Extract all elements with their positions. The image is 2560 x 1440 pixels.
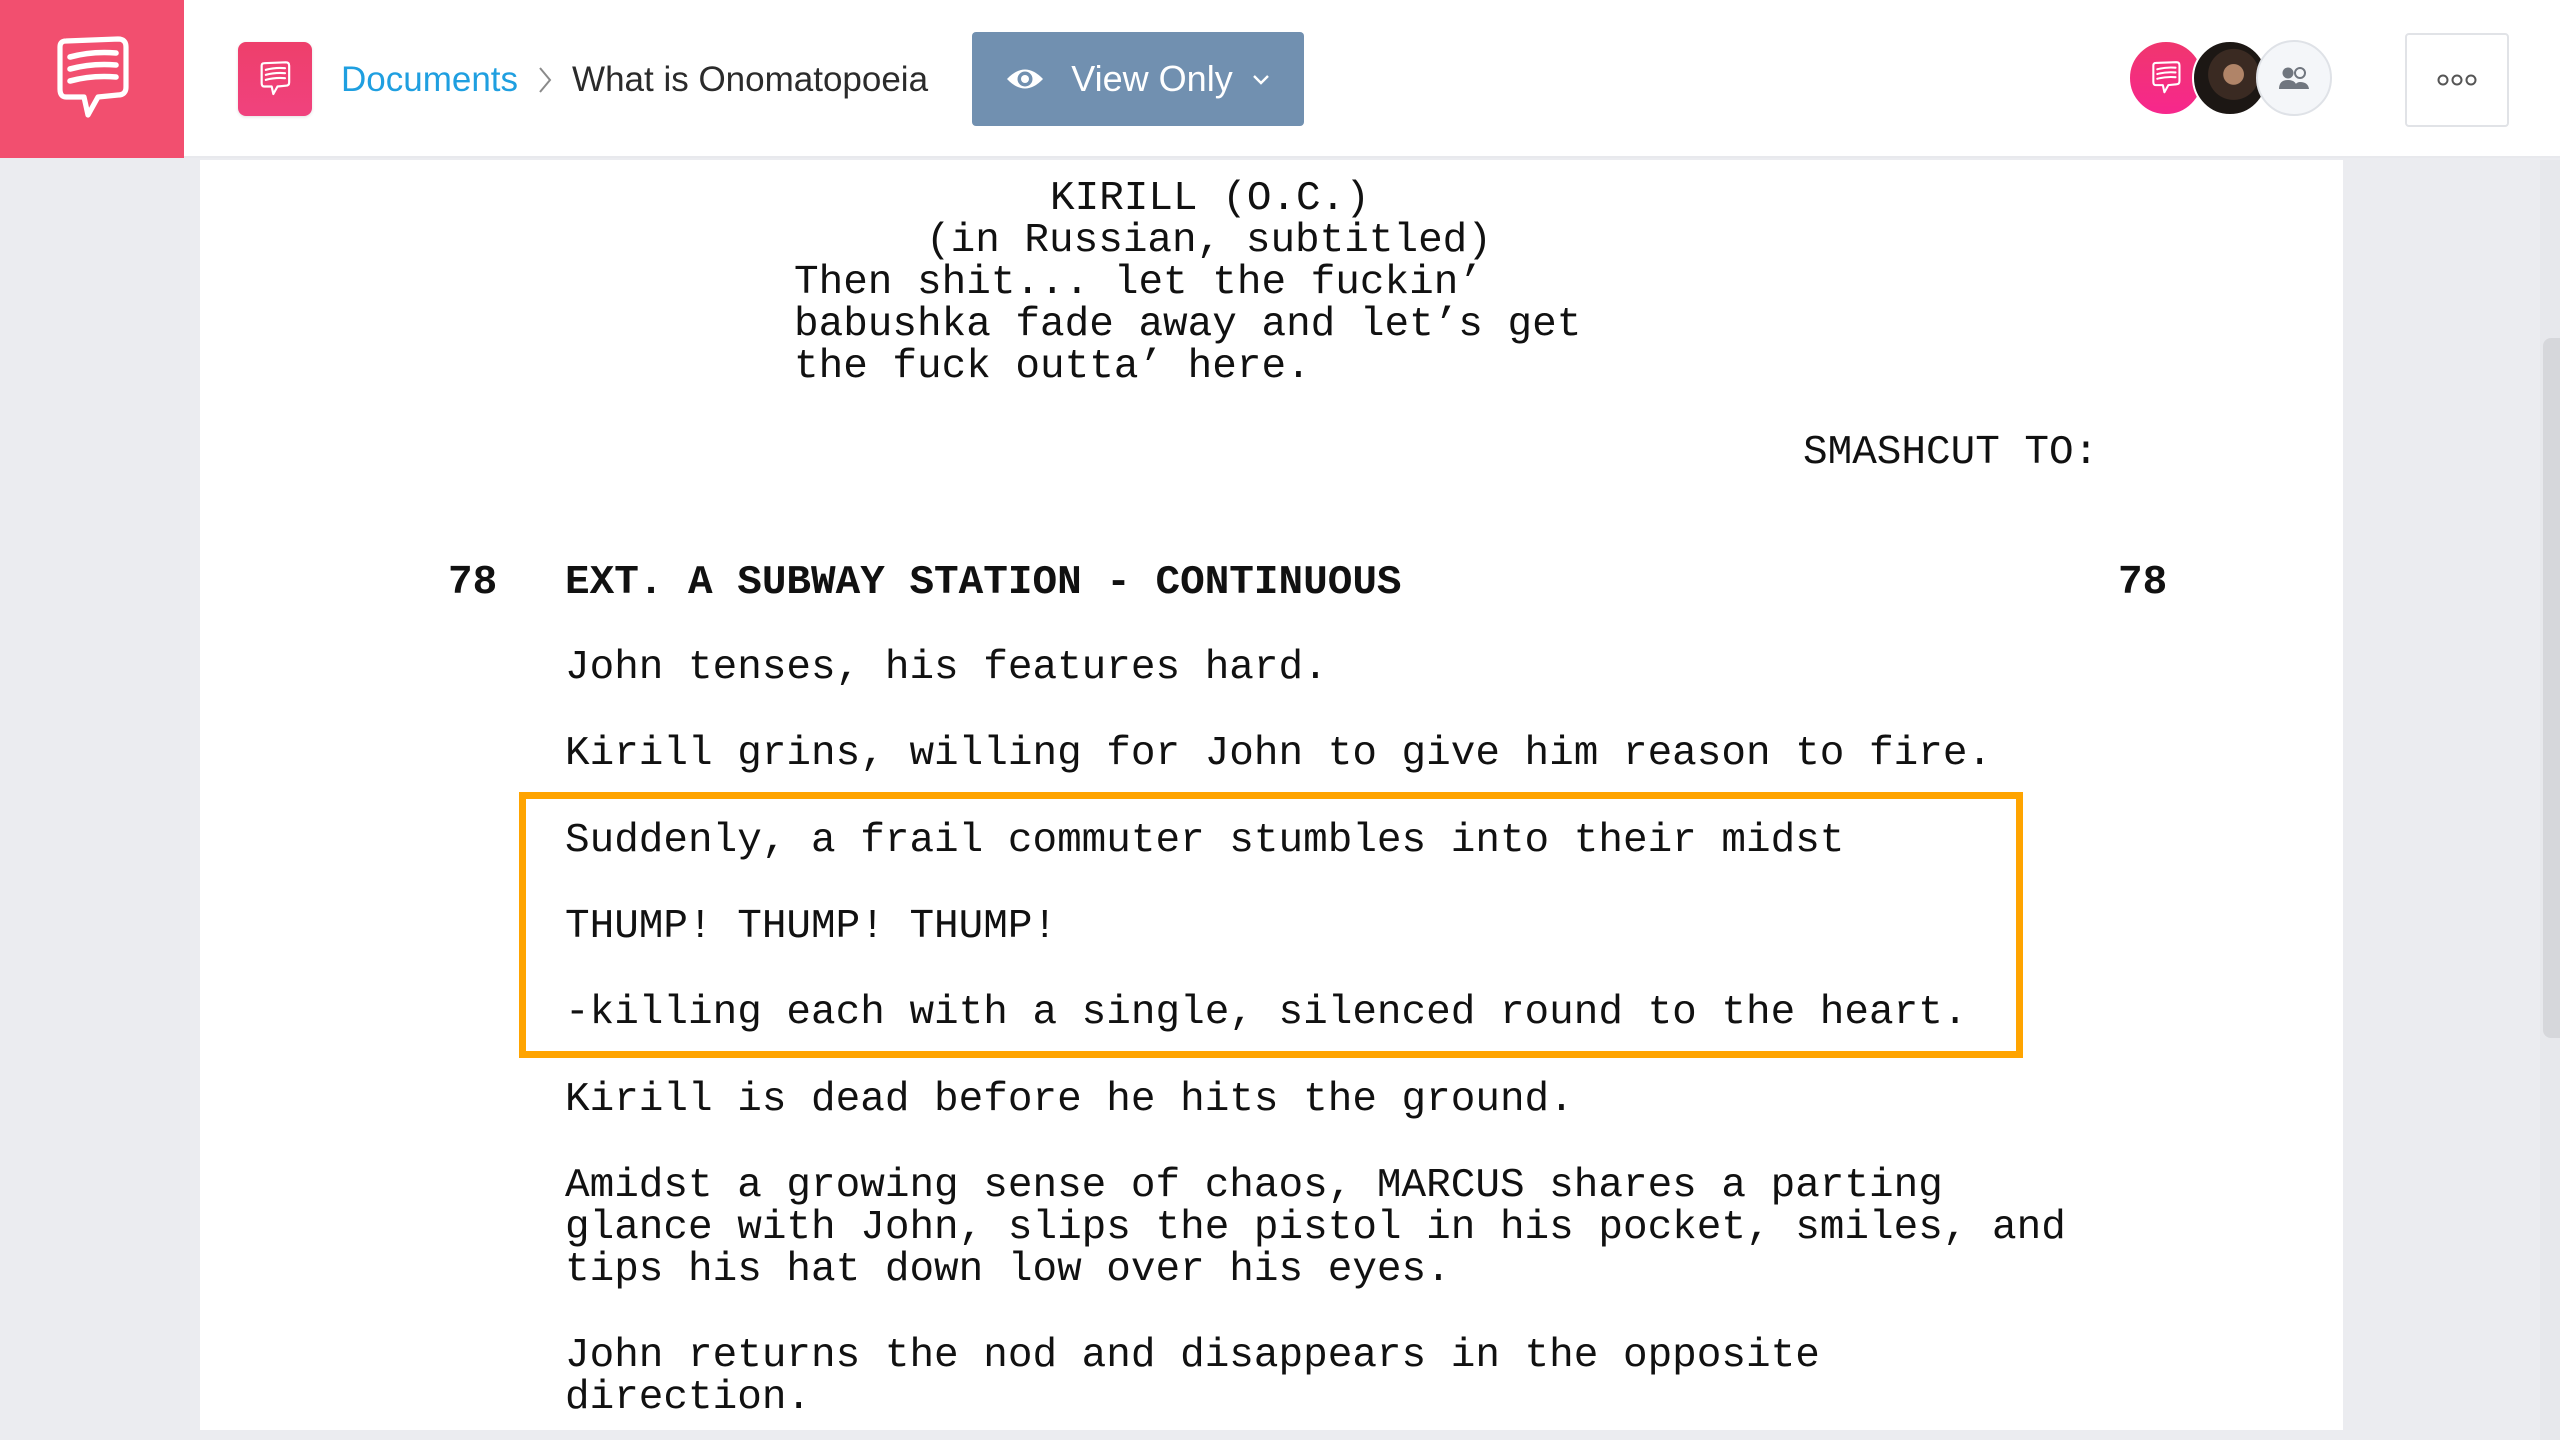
- document-type-badge[interactable]: [238, 42, 312, 116]
- dialogue-line: the fuck outta’ here.: [794, 344, 1311, 390]
- parenthetical: (in Russian, subtitled): [926, 218, 1492, 264]
- character-name: KIRILL (O.C.): [1050, 176, 1370, 222]
- action-line: John returns the nod and disappears in t…: [565, 1333, 1820, 1379]
- action-line-highlighted: Suddenly, a frail commuter stumbles into…: [565, 818, 1845, 864]
- action-line: John tenses, his features hard.: [565, 645, 1328, 691]
- chevron-down-icon: [1251, 72, 1271, 86]
- scene-heading: EXT. A SUBWAY STATION - CONTINUOUS: [565, 560, 1402, 606]
- dialogue-line: Then shit... let the fuckin’: [794, 260, 1483, 306]
- dialogue-line: babushka fade away and let’s get: [794, 302, 1582, 348]
- eye-icon: [1005, 64, 1045, 94]
- view-mode-dropdown[interactable]: View Only: [972, 32, 1304, 126]
- action-line: Kirill grins, willing for John to give h…: [565, 731, 1993, 777]
- transition: SMASHCUT TO:: [1803, 430, 2099, 476]
- share-people-button[interactable]: [2256, 40, 2332, 116]
- speech-bubble-icon: [57, 36, 129, 118]
- breadcrumb-documents-link[interactable]: Documents: [341, 60, 518, 100]
- breadcrumb-current-document: What is Onomatopoeia: [572, 60, 929, 99]
- script-page: KIRILL (O.C.) (in Russian, subtitled) Th…: [200, 160, 2343, 1430]
- speech-bubble-icon: [2152, 61, 2181, 94]
- scene-number-left: 78: [448, 560, 498, 606]
- action-line: direction.: [565, 1375, 812, 1421]
- action-line: Amidst a growing sense of chaos, MARCUS …: [565, 1163, 1943, 1209]
- action-line-highlighted: -killing each with a single, silenced ro…: [565, 990, 1968, 1036]
- more-options-button[interactable]: [2405, 33, 2509, 127]
- speech-bubble-icon: [260, 61, 291, 96]
- action-line: Kirill is dead before he hits the ground…: [565, 1077, 1574, 1123]
- action-line: glance with John, slips the pistol in hi…: [565, 1205, 2066, 1251]
- view-mode-label: View Only: [1071, 58, 1233, 99]
- more-dots-icon: [2437, 74, 2477, 86]
- top-bar: Documents What is Onomatopoeia View Only: [0, 0, 2560, 158]
- people-icon: [2279, 67, 2309, 89]
- brand-logo[interactable]: [0, 0, 184, 158]
- action-line: tips his hat down low over his eyes.: [565, 1247, 1451, 1293]
- scrollbar-thumb[interactable]: [2543, 338, 2560, 1038]
- onomatopoeia-line: THUMP! THUMP! THUMP!: [565, 904, 1058, 950]
- breadcrumb: Documents What is Onomatopoeia: [341, 52, 928, 108]
- chevron-right-icon: [536, 62, 554, 98]
- scene-number-right: 78: [2118, 560, 2168, 606]
